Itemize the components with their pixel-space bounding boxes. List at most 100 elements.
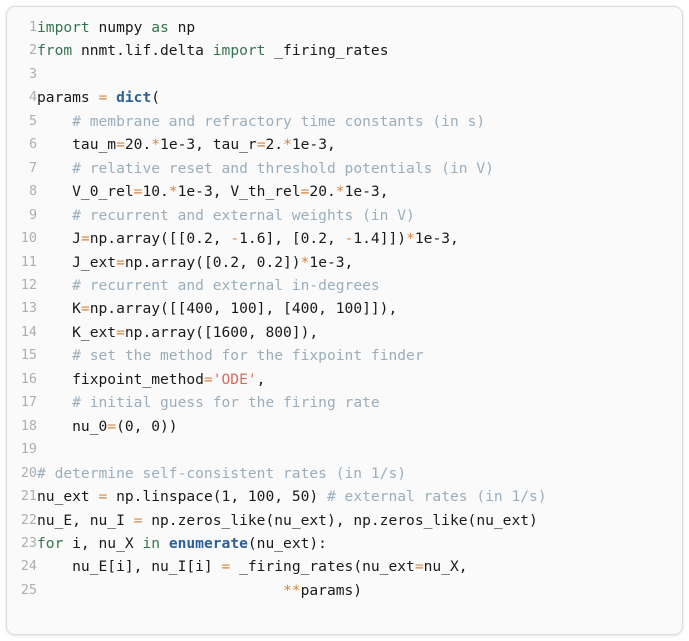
code-line: 6 tau_m=20.*1e-3, tau_r=2.*1e-3,: [7, 133, 682, 156]
code-line-source[interactable]: nu_0=(0, 0)): [37, 415, 682, 438]
token-k: import: [212, 42, 266, 60]
token-o: =: [98, 488, 108, 506]
code-line-source[interactable]: nu_E, nu_I = np.zeros_like(nu_ext), np.z…: [37, 509, 682, 532]
token-n: 1e-3,: [309, 253, 354, 271]
token-c: # relative reset and threshold potential…: [72, 159, 494, 177]
token-o: =: [116, 253, 125, 271]
code-line: 11 J_ext=np.array([0.2, 0.2])*1e-3,: [7, 251, 682, 274]
token-n: [37, 207, 72, 224]
token-n: 20.: [309, 183, 336, 201]
token-c: # external rates (in 1/s): [326, 488, 547, 506]
code-line-source[interactable]: J=np.array([[0.2, -1.6], [0.2, -1.4]])*1…: [37, 227, 682, 250]
code-line: 1 import numpy as np: [7, 16, 682, 39]
code-line-source[interactable]: K=np.array([[400, 100], [400, 100]]),: [37, 297, 682, 320]
token-n: _firing_rates(nu_ext: [230, 558, 415, 576]
line-number: 25: [20, 582, 37, 598]
token-c: # recurrent and external weights (in V): [72, 206, 415, 224]
code-line: 17 # initial guess for the firing rate: [7, 391, 682, 414]
token-n: 1e-3,: [414, 230, 459, 248]
token-k: import: [37, 19, 90, 36]
line-number: 3: [28, 66, 37, 82]
line-number: 24: [20, 559, 37, 575]
token-n: np: [168, 19, 196, 36]
code-line-source[interactable]: from nnmt.lif.delta import _firing_rates: [37, 39, 682, 62]
code-line-source[interactable]: # recurrent and external in-degrees: [37, 274, 682, 297]
token-o: *: [406, 230, 415, 248]
line-number: 5: [28, 113, 37, 129]
line-number: 18: [20, 418, 37, 434]
token-o: *: [151, 136, 161, 154]
token-n: np.linspace(1, 100, 50): [107, 488, 327, 506]
code-line-source[interactable]: # initial guess for the firing rate: [37, 391, 682, 414]
code-line-source[interactable]: nu_E[i], nu_I[i] = _firing_rates(nu_ext=…: [37, 555, 682, 578]
token-o: =: [80, 230, 90, 248]
token-o: -: [230, 230, 240, 248]
code-line-source[interactable]: tau_m=20.*1e-3, tau_r=2.*1e-3,: [37, 133, 682, 156]
token-n: [37, 277, 72, 294]
token-n: 1e-3,: [291, 136, 336, 154]
token-n: nu_X,: [423, 558, 468, 576]
code-line: 14 K_ext=np.array([1600, 800]),: [7, 321, 682, 344]
token-n: J: [37, 230, 81, 248]
token-c: # initial guess for the firing rate: [72, 394, 380, 412]
token-kb: enumerate: [168, 534, 248, 552]
code-line: 21 nu_ext = np.linspace(1, 100, 50) # ext…: [7, 485, 682, 508]
token-k: as: [151, 19, 169, 36]
line-number: 14: [20, 324, 37, 340]
code-line: 8 V_0_rel=10.*1e-3, V_th_rel=20.*1e-3,: [7, 180, 682, 203]
token-n: nu_ext: [37, 488, 99, 506]
token-n: [107, 89, 116, 106]
token-n: [37, 113, 72, 130]
code-line: 5 # membrane and refractory time constan…: [7, 110, 682, 133]
code-line-source[interactable]: K_ext=np.array([1600, 800]),: [37, 321, 682, 344]
line-number: 1: [28, 20, 37, 35]
token-n: _firing_rates: [265, 42, 389, 60]
token-n: 1.6], [0.2,: [239, 230, 345, 248]
token-c: # determine self-consistent rates (in 1/…: [37, 464, 407, 482]
code-line-source[interactable]: params = dict(: [37, 86, 682, 109]
code-line-source[interactable]: # membrane and refractory time constants…: [37, 110, 682, 133]
token-o: **: [283, 581, 301, 599]
code-line-source[interactable]: import numpy as np: [37, 16, 682, 39]
token-o: *: [283, 136, 292, 154]
code-line-source[interactable]: V_0_rel=10.*1e-3, V_th_rel=20.*1e-3,: [37, 180, 682, 203]
token-s: 'ODE': [212, 370, 257, 388]
token-n: K: [37, 300, 81, 318]
line-number: 17: [20, 395, 37, 411]
code-line: 19: [7, 438, 682, 461]
token-n: ,: [256, 370, 266, 388]
code-line-source[interactable]: [37, 63, 682, 86]
token-n: nu_0: [37, 417, 108, 435]
code-line-source[interactable]: nu_ext = np.linspace(1, 100, 50) # exter…: [37, 485, 682, 508]
token-o: =: [221, 558, 231, 576]
code-line-source[interactable]: [37, 438, 682, 461]
token-n: (: [151, 89, 161, 107]
code-line: 2 from nnmt.lif.delta import _firing_rate…: [7, 39, 682, 62]
token-n: params: [37, 89, 99, 107]
token-n: fixpoint_method: [37, 370, 204, 388]
token-n: V_0_rel: [37, 183, 134, 201]
token-o: *: [168, 183, 178, 201]
code-line: 10 J=np.array([[0.2, -1.6], [0.2, -1.4]]…: [7, 227, 682, 250]
code-line-source[interactable]: # recurrent and external weights (in V): [37, 204, 682, 227]
token-n: nnmt.lif.delta: [72, 42, 213, 60]
line-number: 20: [20, 465, 37, 481]
code-line: 16 fixpoint_method='ODE',: [7, 368, 682, 391]
code-line-source[interactable]: # set the method for the fixpoint finder: [37, 344, 682, 367]
code-line-source[interactable]: for i, nu_X in enumerate(nu_ext):: [37, 532, 682, 555]
line-number: 10: [20, 231, 37, 247]
token-n: numpy: [89, 19, 152, 36]
code-line-source[interactable]: # relative reset and threshold potential…: [37, 157, 682, 180]
code-line: 24 nu_E[i], nu_I[i] = _firing_rates(nu_e…: [7, 555, 682, 578]
code-line-source[interactable]: fixpoint_method='ODE',: [37, 368, 682, 391]
token-n: K_ext: [37, 323, 117, 341]
code-line: 9 # recurrent and external weights (in V…: [7, 204, 682, 227]
code-line-source[interactable]: # determine self-consistent rates (in 1/…: [37, 462, 682, 485]
token-n: np.array([[400, 100], [400, 100]]),: [89, 300, 398, 318]
code-line-source[interactable]: J_ext=np.array([0.2, 0.2])*1e-3,: [37, 251, 682, 274]
token-n: [160, 535, 169, 552]
token-o: =: [116, 136, 125, 154]
token-o: =: [80, 300, 90, 318]
code-line-source[interactable]: **params): [37, 579, 682, 602]
line-number: 9: [28, 207, 37, 223]
